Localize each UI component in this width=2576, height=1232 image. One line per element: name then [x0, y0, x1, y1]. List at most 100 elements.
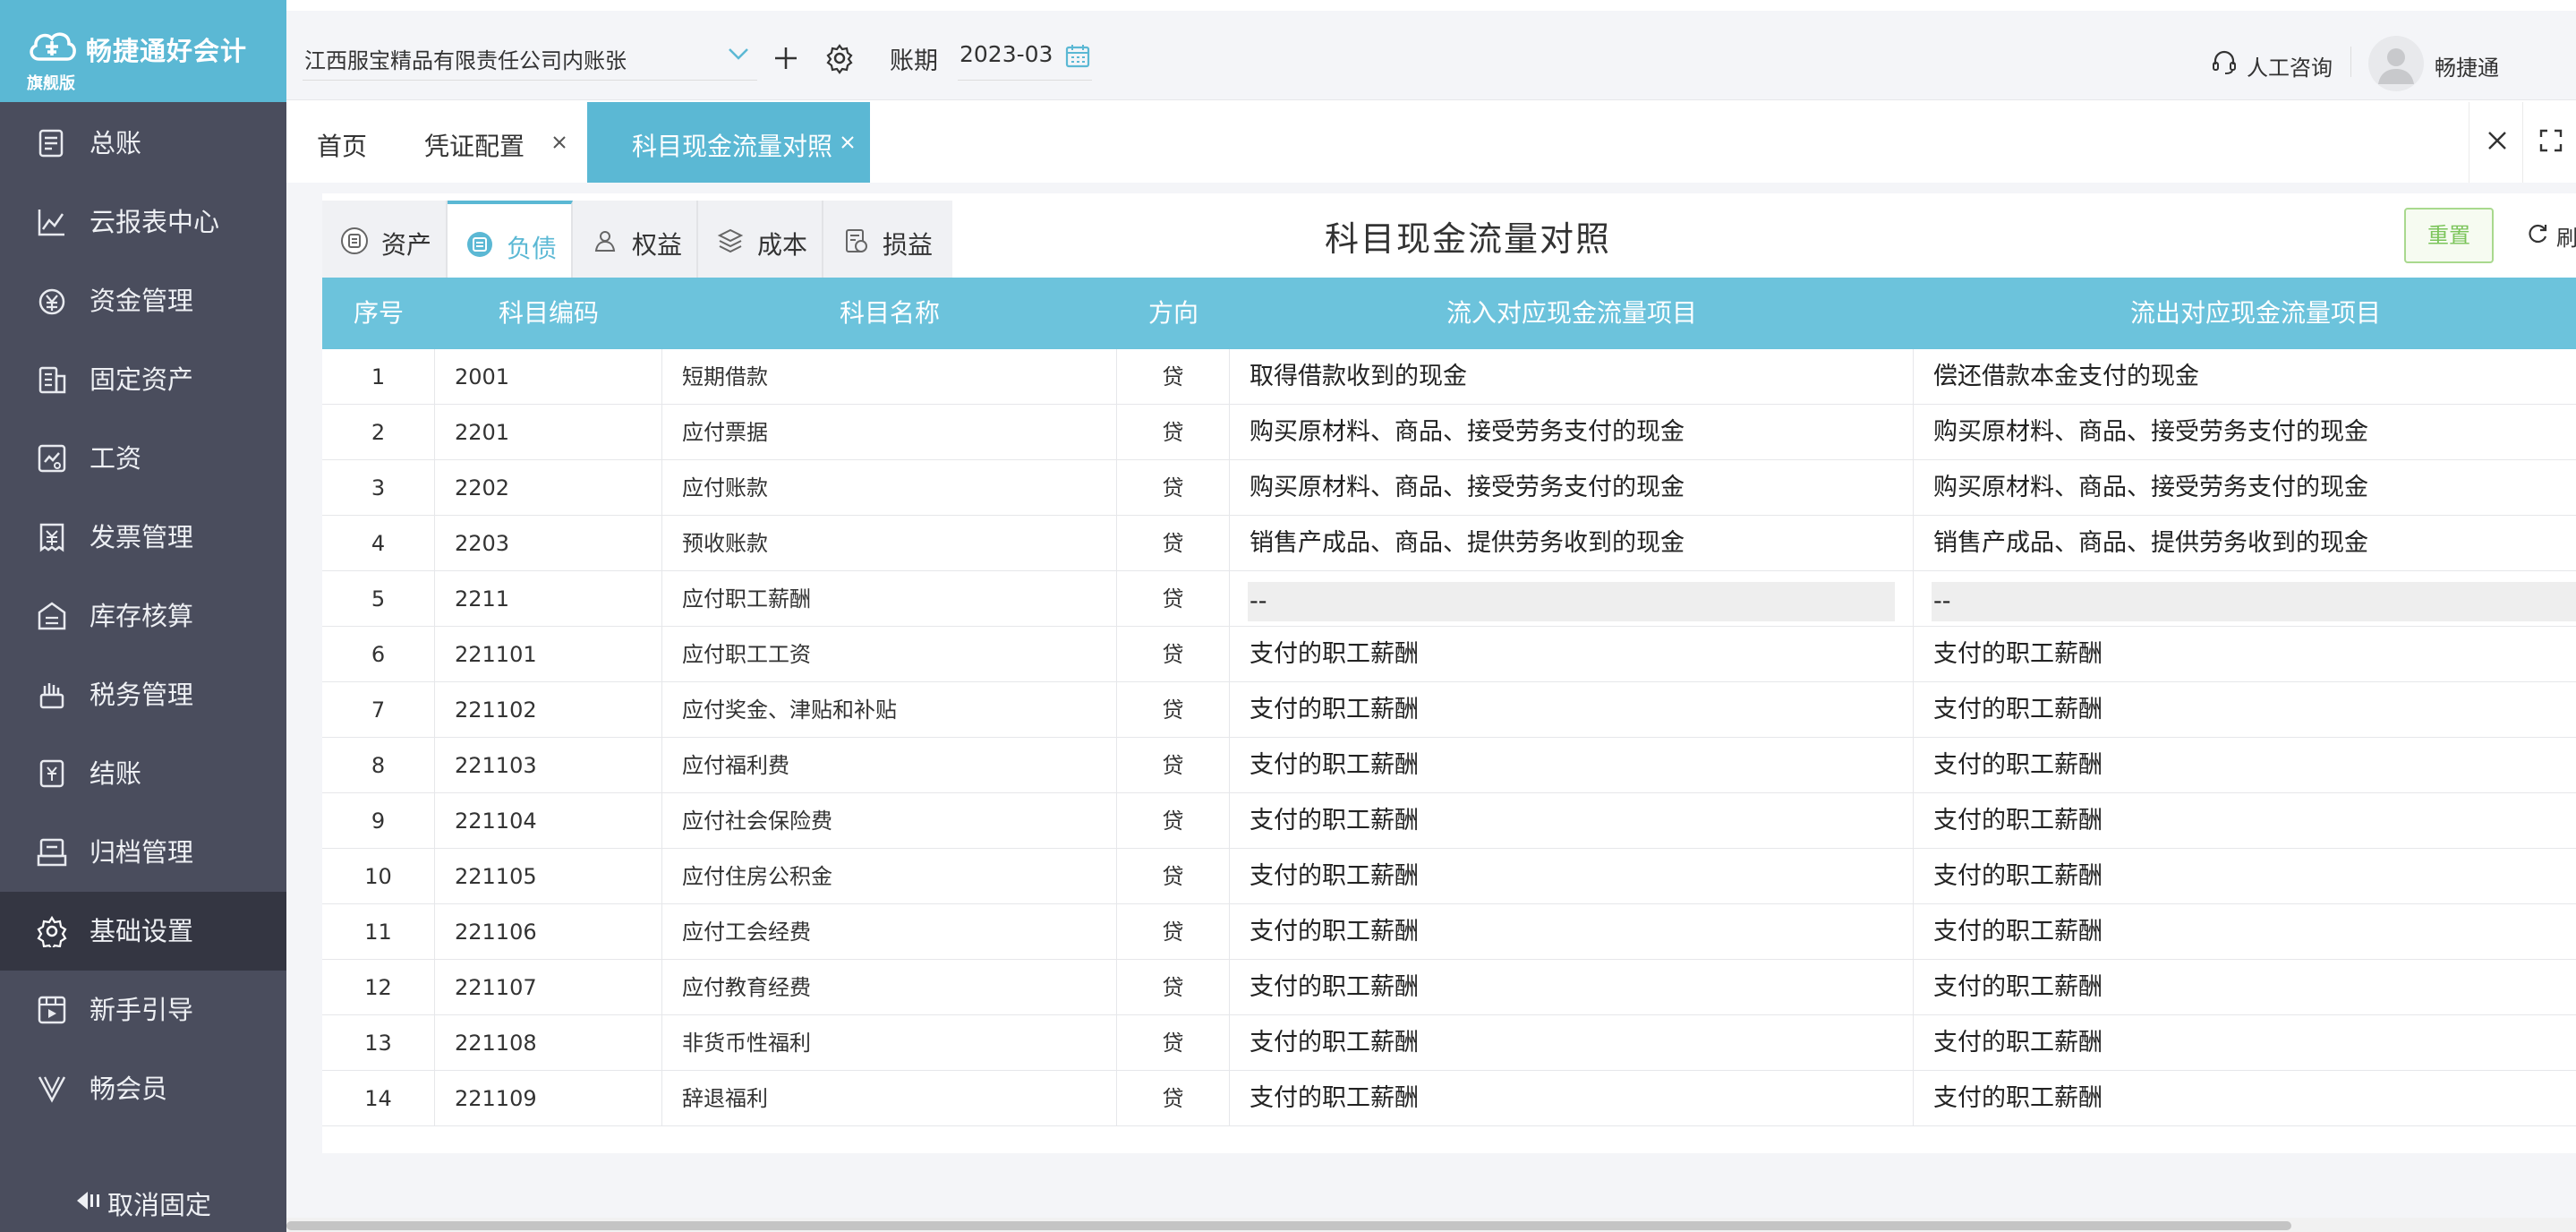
cell-inflow[interactable]: 支付的职工薪酬 [1230, 849, 1914, 904]
table-row[interactable]: 9 221104 应付社会保险费贷支付的职工薪酬 支付的职工薪酬 [322, 793, 2576, 849]
sidebar-item-funds[interactable]: 资金管理 [0, 261, 286, 340]
cell-inflow[interactable]: 支付的职工薪酬 [1230, 904, 1914, 960]
cell-index: 4 [322, 516, 435, 571]
table-row[interactable]: 6 221101 应付职工工资贷支付的职工薪酬 支付的职工薪酬 [322, 627, 2576, 682]
table-row[interactable]: 2 2201 应付票据贷购买原材料、商品、接受劳务支付的现金 购买原材料、商品、接受劳… [322, 405, 2576, 460]
close-icon[interactable] [550, 133, 569, 152]
user-name[interactable]: 畅捷通 [2435, 50, 2499, 81]
table-row[interactable]: 14 221109 辞退福利贷支付的职工薪酬 支付的职工薪酬 [322, 1071, 2576, 1126]
unpin-button[interactable]: 取消固定 [0, 1169, 286, 1232]
top-header: 江西服宝精品有限责任公司内账张 账期 2023-03 人工咨询 畅捷通 [286, 11, 2576, 100]
sidebar-item-beginner-guide[interactable]: 新手引导 [0, 971, 286, 1049]
cell-inflow[interactable]: 支付的职工薪酬 [1230, 793, 1914, 849]
cell-direction: 贷 [1117, 1071, 1230, 1126]
cell-inflow[interactable]: 支付的职工薪酬 [1230, 682, 1914, 738]
close-all-tabs-button[interactable] [2469, 102, 2522, 183]
sidebar-item-tax[interactable]: 税务管理 [0, 655, 286, 734]
cell-outflow[interactable]: 支付的职工薪酬 [1914, 627, 2576, 682]
table-row[interactable]: 8 221103 应付福利费贷支付的职工薪酬 支付的职工薪酬 [322, 738, 2576, 793]
category-tab-liabilities[interactable]: 负债 [448, 201, 573, 278]
sidebar-item-label: 新手引导 [90, 995, 194, 1025]
cell-outflow[interactable]: 支付的职工薪酬 [1914, 682, 2576, 738]
cell-code: 2203 [435, 516, 662, 571]
cell-code: 2001 [435, 349, 662, 405]
reset-button[interactable]: 重置 [2404, 208, 2494, 263]
cell-index: 14 [322, 1071, 435, 1126]
company-select[interactable]: 江西服宝精品有限责任公司内账张 [303, 36, 757, 81]
cell-outflow[interactable]: 支付的职工薪酬 [1914, 738, 2576, 793]
cell-code: 221108 [435, 1015, 662, 1071]
cell-outflow[interactable]: 支付的职工薪酬 [1914, 960, 2576, 1015]
sidebar-item-membership[interactable]: 畅会员 [0, 1049, 286, 1128]
cell-outflow[interactable]: 支付的职工薪酬 [1914, 904, 2576, 960]
cell-outflow[interactable]: 支付的职工薪酬 [1914, 1015, 2576, 1071]
page-title: 科目现金流量对照 [1325, 219, 1612, 259]
category-tab-equity[interactable]: 权益 [573, 201, 698, 278]
cell-inflow[interactable]: 购买原材料、商品、接受劳务支付的现金 [1230, 460, 1914, 516]
sidebar-item-general-ledger[interactable]: 总账 [0, 104, 286, 183]
cell-inflow[interactable]: 销售产成品、商品、提供劳务收到的现金 [1230, 516, 1914, 571]
avatar[interactable] [2368, 36, 2424, 91]
table-row[interactable]: 10 221105 应付住房公积金贷支付的职工薪酬 支付的职工薪酬 [322, 849, 2576, 904]
category-tab-cost[interactable]: 成本 [698, 201, 823, 278]
cell-index: 2 [322, 405, 435, 460]
scrollbar-thumb[interactable] [286, 1221, 2291, 1230]
table-row[interactable]: 12 221107 应付教育经费贷支付的职工薪酬 支付的职工薪酬 [322, 960, 2576, 1015]
cell-inflow[interactable]: 取得借款收到的现金 [1230, 349, 1914, 405]
table-row[interactable]: 7 221102 应付奖金、津贴和补贴贷支付的职工薪酬 支付的职工薪酬 [322, 682, 2576, 738]
category-tab-assets[interactable]: 资产 [322, 201, 448, 278]
chevron-down-icon [729, 48, 748, 60]
sidebar-item-salary[interactable]: 工资 [0, 419, 286, 498]
close-icon[interactable] [838, 133, 857, 152]
cell-inflow[interactable]: 支付的职工薪酬 [1230, 960, 1914, 1015]
tab-home[interactable]: 首页 [286, 102, 390, 183]
table-row[interactable]: 13 221108 非货币性福利贷支付的职工薪酬 支付的职工薪酬 [322, 1015, 2576, 1071]
category-tab-profit-loss[interactable]: 损益 [823, 201, 949, 278]
cell-inflow[interactable]: 支付的职工薪酬 [1230, 1015, 1914, 1071]
fullscreen-button[interactable] [2522, 102, 2576, 183]
sidebar-item-archive[interactable]: 归档管理 [0, 813, 286, 892]
cell-inflow[interactable]: 支付的职工薪酬 [1230, 1071, 1914, 1126]
table-row[interactable]: 11 221106 应付工会经费贷支付的职工薪酬 支付的职工薪酬 [322, 904, 2576, 960]
tab-cash-flow-mapping[interactable]: 科目现金流量对照 [587, 102, 870, 183]
cell-inflow[interactable]: 支付的职工薪酬 [1230, 627, 1914, 682]
table-row[interactable]: 4 2203 预收账款贷销售产成品、商品、提供劳务收到的现金 销售产成品、商品、提供劳… [322, 516, 2576, 571]
sidebar-item-report-center[interactable]: 云报表中心 [0, 183, 286, 261]
cell-outflow[interactable]: 支付的职工薪酬 [1914, 849, 2576, 904]
cell-outflow[interactable]: 销售产成品、商品、提供劳务收到的现金 [1914, 516, 2576, 571]
refresh-button[interactable]: 刷新 [2526, 218, 2576, 254]
cell-code: 221104 [435, 793, 662, 849]
cell-index: 11 [322, 904, 435, 960]
cell-outflow[interactable]: -- [1914, 571, 2576, 627]
fullscreen-icon [2539, 129, 2563, 152]
cell-code: 221103 [435, 738, 662, 793]
cell-inflow[interactable]: -- [1230, 571, 1914, 627]
sidebar-item-basic-settings[interactable]: 基础设置 [0, 892, 286, 971]
cash-flow-item-select[interactable]: -- [1248, 582, 1895, 621]
cell-name: 预收账款 [662, 516, 1117, 571]
period-picker[interactable]: 2023-03 [958, 41, 1092, 81]
cell-inflow[interactable]: 支付的职工薪酬 [1230, 738, 1914, 793]
settings-gear-icon[interactable] [823, 42, 856, 74]
table-row[interactable]: 3 2202 应付账款贷购买原材料、商品、接受劳务支付的现金 购买原材料、商品、接受劳… [322, 460, 2576, 516]
sidebar-item-closing[interactable]: 结账 [0, 734, 286, 813]
brand-header[interactable]: 畅捷通好会计 旗舰版 [0, 0, 286, 102]
horizontal-scrollbar[interactable] [286, 1218, 2576, 1232]
cell-outflow[interactable]: 购买原材料、商品、接受劳务支付的现金 [1914, 405, 2576, 460]
table-row[interactable]: 1 2001 短期借款贷取得借款收到的现金 偿还借款本金支付的现金 [322, 349, 2576, 405]
brand-name: 畅捷通好会计 [86, 36, 248, 66]
sidebar-item-fixed-assets[interactable]: 固定资产 [0, 340, 286, 419]
cell-outflow[interactable]: 购买原材料、商品、接受劳务支付的现金 [1914, 460, 2576, 516]
sidebar-item-inventory[interactable]: 库存核算 [0, 577, 286, 655]
calendar-icon [1065, 45, 1090, 68]
cell-outflow[interactable]: 支付的职工薪酬 [1914, 793, 2576, 849]
table-row[interactable]: 5 2211 应付职工薪酬贷 -- -- [322, 571, 2576, 627]
add-icon[interactable] [770, 42, 802, 74]
tab-voucher-config[interactable]: 凭证配置 [422, 102, 575, 183]
cell-outflow[interactable]: 支付的职工薪酬 [1914, 1071, 2576, 1126]
cell-outflow[interactable]: 偿还借款本金支付的现金 [1914, 349, 2576, 405]
cash-flow-item-select[interactable]: -- [1932, 582, 2576, 621]
sidebar-item-invoices[interactable]: 发票管理 [0, 498, 286, 577]
cell-inflow[interactable]: 购买原材料、商品、接受劳务支付的现金 [1230, 405, 1914, 460]
cell-code: 2201 [435, 405, 662, 460]
